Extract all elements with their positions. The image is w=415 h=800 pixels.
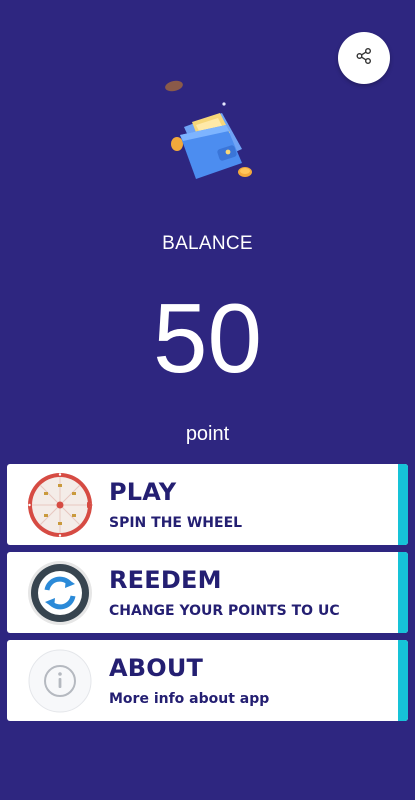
about-title: ABOUT bbox=[109, 654, 204, 682]
share-icon bbox=[355, 47, 373, 69]
about-card[interactable]: ABOUT More info about app bbox=[7, 640, 408, 721]
share-button[interactable] bbox=[338, 32, 390, 84]
balance-value: 50 bbox=[152, 283, 262, 393]
redeem-subtitle: CHANGE YOUR POINTS TO UC bbox=[109, 603, 340, 619]
redeem-title: REEDEM bbox=[109, 566, 222, 594]
card-accent bbox=[398, 552, 408, 633]
spin-wheel-icon bbox=[27, 472, 93, 538]
play-subtitle: SPIN THE WHEEL bbox=[109, 515, 243, 531]
card-accent bbox=[398, 464, 408, 545]
play-title: PLAY bbox=[109, 478, 177, 506]
play-card[interactable]: PLAY SPIN THE WHEEL bbox=[7, 464, 408, 545]
about-subtitle: More info about app bbox=[109, 691, 270, 707]
info-icon bbox=[27, 648, 93, 714]
balance-unit: point bbox=[185, 423, 230, 445]
refresh-icon bbox=[27, 560, 93, 626]
balance-label: BALANCE bbox=[162, 233, 253, 254]
redeem-card[interactable]: REEDEM CHANGE YOUR POINTS TO UC bbox=[7, 552, 408, 633]
card-accent bbox=[398, 640, 408, 721]
wallet-illustration bbox=[147, 75, 260, 190]
